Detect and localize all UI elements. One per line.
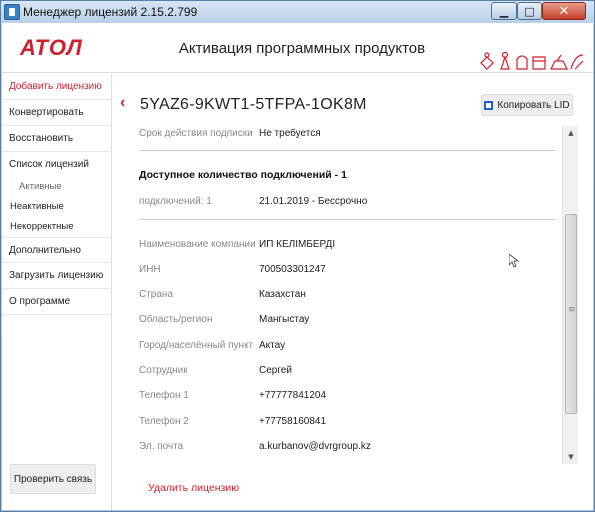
divider (139, 150, 555, 151)
detail-value: a.kurbanov@dvrgroup.kz (259, 441, 371, 452)
check-connection-button[interactable]: Проверить связь (10, 464, 96, 494)
detail-label: Сотрудник (139, 365, 188, 376)
sidebar-item-add-license[interactable]: Добавить лицензию (2, 74, 112, 100)
app-icon (4, 4, 20, 20)
detail-value: 21.01.2019 - Бессрочно (259, 196, 368, 207)
sidebar-item-additional[interactable]: Дополнительно (2, 237, 112, 263)
detail-row-inn: ИНН 700503301247 (139, 264, 326, 275)
detail-value: +77777841204 (259, 390, 327, 401)
maximize-icon: □ (524, 4, 535, 18)
detail-value: Мангыстау (259, 314, 310, 325)
connections-title: Доступное количество подключений - 1 (139, 169, 347, 181)
sidebar-item-about[interactable]: О программе (2, 289, 112, 315)
detail-label: Срок действия подписки (139, 128, 253, 139)
divider (139, 219, 555, 220)
detail-row-city: Город/населённый пункт Актау (139, 340, 285, 351)
close-button[interactable]: ✕ (542, 2, 586, 20)
detail-row-phone-2: Телефон 2 +77758160841 (139, 416, 326, 427)
detail-label: подключений: 1 (139, 196, 212, 207)
detail-value: Актау (259, 340, 286, 351)
detail-row-company: Наименование компании ИП КЕЛІМБЕРДІ (139, 239, 335, 250)
scrollbar-thumb[interactable] (565, 214, 577, 414)
minimize-button[interactable]: ▁ (491, 2, 517, 20)
detail-row-email: Эл. почта a.kurbanov@dvrgroup.kz (139, 441, 371, 452)
decorative-icons (480, 51, 584, 70)
copy-icon (484, 100, 494, 110)
detail-row-region: Область/регион Мангыстау (139, 314, 309, 325)
detail-row-connections: подключений: 1 21.01.2019 - Бессрочно (139, 196, 367, 207)
detail-label: Телефон 2 (139, 416, 189, 427)
detail-label: ИНН (139, 264, 161, 275)
atol-logo: АТОЛ (20, 35, 83, 60)
delete-license-link[interactable]: Удалить лицензию (148, 482, 239, 494)
sidebar: Добавить лицензию Конвертировать Восстан… (2, 74, 112, 510)
sidebar-item-inactive[interactable]: Неактивные (2, 196, 112, 216)
license-key: 5YAZ6-9KWT1-5TFPA-1OK8M (140, 96, 367, 113)
sidebar-item-license-list[interactable]: Список лицензий (2, 152, 112, 176)
page-title: Активация программных продуктов (178, 40, 426, 57)
license-details: Срок действия подписки Не требуется Дост… (113, 126, 578, 464)
detail-value: +77758160841 (259, 416, 327, 427)
detail-label: Город/населённый пункт (139, 340, 254, 351)
detail-label: Телефон 1 (139, 390, 189, 401)
title-bar[interactable]: Менеджер лицензий 2.15.2.799 ▁ □ ✕ (1, 1, 594, 23)
detail-value: Казахстан (259, 289, 306, 300)
sidebar-item-convert[interactable]: Конвертировать (2, 100, 112, 126)
detail-label: Наименование компании (139, 239, 256, 250)
detail-label: Эл. почта (139, 441, 184, 452)
detail-value: Не требуется (259, 128, 321, 139)
client-area: АТОЛ Активация программных продуктов Доб… (2, 23, 593, 510)
copy-lid-button[interactable]: Копировать LID (481, 94, 573, 116)
detail-row-employee: Сотрудник Сергей (139, 365, 292, 376)
sidebar-item-restore[interactable]: Восстановить (2, 126, 112, 152)
maximize-button[interactable]: □ (517, 2, 542, 20)
detail-value: 700503301247 (259, 264, 326, 275)
detail-row-country: Страна Казахстан (139, 289, 306, 300)
close-icon: ✕ (558, 3, 570, 19)
sidebar-item-incorrect[interactable]: Некорректные (2, 216, 112, 236)
app-header: АТОЛ Активация программных продуктов (2, 23, 593, 73)
window-title: Менеджер лицензий 2.15.2.799 (23, 5, 198, 19)
detail-label: Страна (139, 289, 174, 300)
mouse-cursor-icon (509, 254, 519, 268)
detail-row-subscription: Срок действия подписки Не требуется (139, 128, 321, 139)
copy-lid-label: Копировать LID (497, 99, 570, 111)
main-panel: ‹ 5YAZ6-9KWT1-5TFPA-1OK8M Копировать LID… (113, 74, 593, 510)
detail-label: Область/регион (139, 314, 213, 325)
vertical-scrollbar[interactable]: ▲ ▼ (562, 126, 578, 464)
scroll-up-icon[interactable]: ▲ (563, 126, 579, 140)
sidebar-item-upload-license[interactable]: Загрузить лицензию (2, 263, 112, 289)
back-arrow-icon[interactable]: ‹ (120, 94, 125, 112)
detail-value: Сергей (259, 365, 292, 376)
app-window: Менеджер лицензий 2.15.2.799 ▁ □ ✕ АТОЛ … (0, 0, 595, 512)
sidebar-item-active[interactable]: Активные (2, 176, 112, 196)
minimize-icon: ▁ (499, 4, 509, 18)
detail-value: ИП КЕЛІМБЕРДІ (259, 239, 336, 250)
detail-row-phone-1: Телефон 1 +77777841204 (139, 390, 326, 401)
scroll-down-icon[interactable]: ▼ (563, 450, 579, 464)
